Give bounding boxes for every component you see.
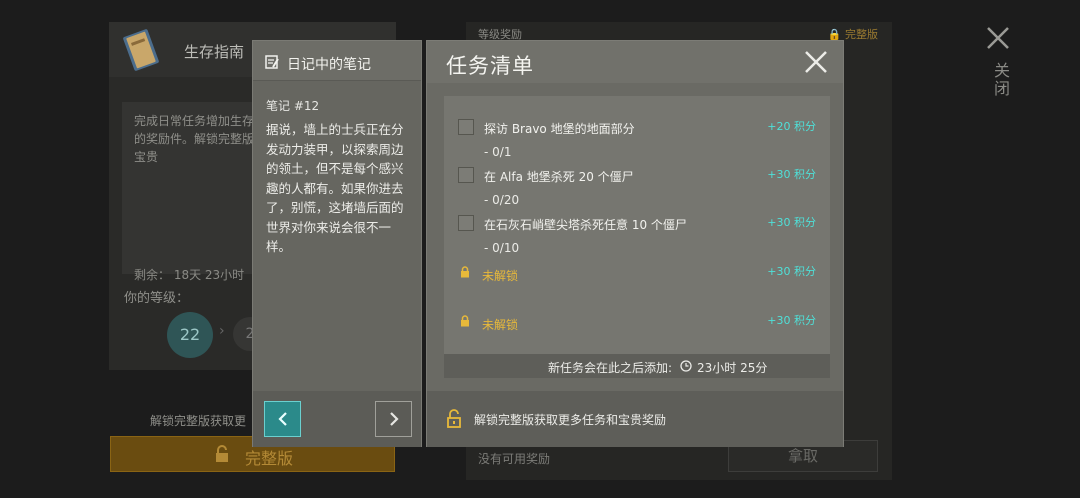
task-list: 探访 Bravo 地堡的地面部分 - 0/1 +20 积分 在 Alfa 地堡杀… [444, 96, 830, 378]
note-text: 据说，墙上的士兵正在分发动力装甲，以探索周边的领土，但不是每个感兴趣的人都有。如… [266, 122, 404, 254]
new-tasks-label: 新任务会在此之后添加: [548, 361, 673, 375]
unlock-icon [216, 445, 228, 462]
note-icon [265, 55, 279, 69]
lock-icon [461, 266, 469, 278]
unlock-hint: 解锁完整版获取更 [150, 414, 247, 428]
chevron-right-icon [390, 412, 399, 426]
close-icon[interactable] [804, 50, 828, 74]
task-list-header: 任务清单 [427, 41, 843, 83]
new-tasks-time: 23小时 25分 [697, 361, 768, 375]
level-arrow-icon: › [219, 323, 225, 339]
task-points: +30 积分 [767, 314, 816, 327]
survival-guide-title: 生存指南 [184, 43, 245, 61]
task-panel-footer: 解锁完整版获取更多任务和宝贵奖励 [427, 391, 843, 447]
note-number: 笔记 #12 [266, 99, 320, 113]
task-list-panel: 任务清单 探访 Bravo 地堡的地面部分 - 0/1 +20 积分 在 Alf… [426, 40, 844, 447]
clock-icon [680, 360, 692, 372]
task-name: 在 Alfa 地堡杀死 20 个僵尸 [484, 170, 634, 184]
unlock-icon [447, 409, 461, 428]
diary-notes-panel: 日记中的笔记 笔记 #12 据说，墙上的士兵正在分发动力装甲，以探索周边的领土，… [252, 40, 422, 447]
task-progress: - 0/20 [484, 193, 520, 207]
remaining-time: 剩余： 18天 23小时 [134, 268, 245, 282]
previous-note-button[interactable] [264, 401, 301, 437]
task-name: 探访 Bravo 地堡的地面部分 [484, 122, 635, 136]
no-rewards-text: 没有可用奖励 [478, 452, 551, 466]
notes-title: 日记中的笔记 [287, 57, 371, 73]
task-points: +30 积分 [767, 265, 816, 278]
current-level-badge: 22 [167, 312, 213, 358]
level-label: 你的等级： [124, 291, 190, 306]
task-points: +30 积分 [767, 168, 816, 181]
task-item: 探访 Bravo 地堡的地面部分 - 0/1 +20 积分 [444, 116, 830, 164]
locked-label: 未解锁 [482, 269, 519, 283]
close-icon[interactable] [985, 25, 1011, 51]
task-checkbox [458, 119, 474, 135]
chevron-left-icon [278, 412, 287, 426]
full-version-label: 完整版 [245, 449, 294, 468]
task-points: +20 积分 [767, 120, 816, 133]
locked-task-item: 未解锁 +30 积分 [444, 261, 830, 309]
next-note-button[interactable] [375, 401, 412, 437]
guide-book-icon [123, 29, 159, 71]
locked-task-item: 未解锁 +30 积分 [444, 310, 830, 358]
task-progress: - 0/10 [484, 241, 520, 255]
task-checkbox [458, 167, 474, 183]
task-item: 在 Alfa 地堡杀死 20 个僵尸 - 0/20 +30 积分 [444, 164, 830, 212]
full-version-tag-text: 完整版 [845, 28, 878, 41]
task-item: 在石灰石峭壁尖塔杀死任意 10 个僵尸 - 0/10 +30 积分 [444, 212, 830, 260]
task-points: +30 积分 [767, 216, 816, 229]
notes-navigation [253, 391, 421, 447]
notes-header: 日记中的笔记 [253, 41, 421, 81]
task-name: 在石灰石峭壁尖塔杀死任意 10 个僵尸 [484, 218, 687, 232]
lock-icon [461, 315, 469, 327]
close-label[interactable]: 关闭 [988, 62, 1012, 98]
locked-label: 未解锁 [482, 318, 519, 332]
unlock-more-tasks-text[interactable]: 解锁完整版获取更多任务和宝贵奖励 [474, 411, 666, 428]
task-progress: - 0/1 [484, 145, 512, 159]
task-list-title: 任务清单 [446, 54, 534, 78]
task-checkbox [458, 215, 474, 231]
new-tasks-timer: 新任务会在此之后添加: 23小时 25分 [444, 354, 830, 378]
